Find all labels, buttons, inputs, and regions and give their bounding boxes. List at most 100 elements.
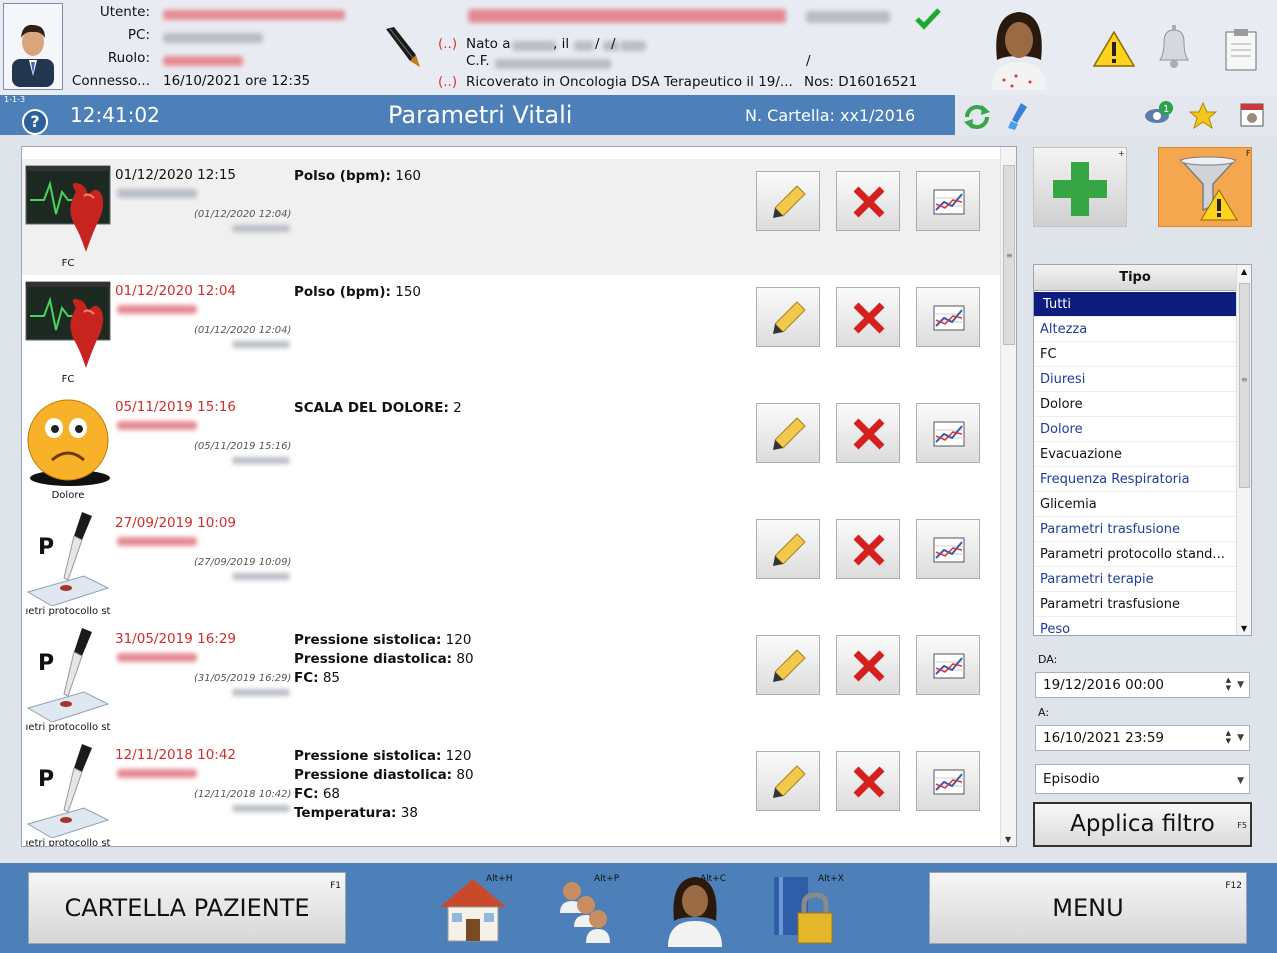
pipette-icon: P [24, 626, 114, 723]
add-record-button[interactable]: + [1033, 147, 1127, 227]
tipo-item[interactable]: FC [1034, 342, 1236, 367]
edit-record-button[interactable] [756, 287, 820, 347]
tipo-item[interactable]: Frequenza Respiratoria [1034, 467, 1236, 492]
delete-record-button[interactable] [836, 519, 900, 579]
tipo-listbox[interactable]: Tipo Tutti Altezza FC Diuresi Dolore Dolore Ev… [1033, 264, 1252, 636]
record-date: 27/09/2019 10:09 [115, 515, 237, 531]
a-dropdown-icon[interactable]: ▼ [1237, 726, 1244, 750]
chart-record-button[interactable] [916, 171, 980, 231]
record-date: 01/12/2020 12:15 [115, 167, 237, 183]
record-date: 31/05/2019 16:29 [115, 631, 237, 647]
record-row[interactable]: FC 01/12/2020 12:04 (01/12/2020 12:04) P… [22, 275, 1000, 391]
param-value: 150 [395, 284, 422, 300]
record-params: Pressione sistolica: 120 Pressione diasto… [294, 631, 474, 688]
cartella-paziente-button[interactable]: CARTELLA PAZIENTE F1 [28, 872, 346, 944]
scroll-down-icon[interactable]: ▼ [1005, 835, 1011, 844]
record-entry-time: (01/12/2020 12:04) [194, 209, 292, 220]
current-user-button[interactable]: Alt+C [660, 871, 730, 947]
record-params: Polso (bpm): 150 [294, 283, 421, 302]
a-date-input[interactable]: 16/10/2021 23:59 ▲ ▼ ▼ [1035, 725, 1250, 751]
cf-slash: / [806, 53, 811, 69]
tipo-item[interactable]: Parametri trasfusione [1034, 592, 1236, 617]
menu-label: MENU [1052, 894, 1124, 922]
operator-sub-redacted [232, 457, 290, 464]
sad-face-icon [24, 394, 114, 490]
operator-name-redacted [117, 421, 197, 430]
tipo-item[interactable]: Tutti [1034, 292, 1236, 317]
episodio-dropdown-icon[interactable]: ▼ [1237, 767, 1244, 795]
footer-bar: CARTELLA PAZIENTE F1 Alt+H Alt+P Alt+C A… [0, 863, 1277, 953]
fountain-pen-icon[interactable] [380, 25, 422, 69]
da-date-input[interactable]: 19/12/2016 00:00 ▲ ▼ ▼ [1035, 672, 1250, 698]
refresh-icon[interactable] [962, 103, 992, 131]
edit-record-button[interactable] [756, 635, 820, 695]
patient-avatar-icon[interactable] [982, 4, 1056, 90]
delete-record-button[interactable] [836, 287, 900, 347]
edit-record-button[interactable] [756, 171, 820, 231]
tipo-scroll-down-icon[interactable]: ▼ [1241, 624, 1247, 633]
patients-button[interactable]: Alt+P [552, 871, 622, 947]
chart-record-button[interactable] [916, 287, 980, 347]
patient-header: Utente: PC: Ruolo: Connesso... 16/10/202… [0, 0, 1277, 95]
warning-icon[interactable] [1092, 30, 1136, 68]
tipo-scrollbar[interactable]: ▲ ≡ ▼ [1236, 265, 1251, 635]
edit-record-button[interactable] [756, 519, 820, 579]
delete-record-button[interactable] [836, 635, 900, 695]
tipo-item[interactable]: Dolore [1034, 392, 1236, 417]
filter-alert-button[interactable]: F [1158, 147, 1252, 227]
tipo-scroll-up-icon[interactable]: ▲ [1241, 267, 1247, 276]
record-row[interactable]: FC 01/12/2020 12:15 (01/12/2020 12:04) P… [22, 159, 1000, 275]
tipo-item[interactable]: Dolore [1034, 417, 1236, 442]
tipo-item[interactable]: Parametri trasfusione [1034, 517, 1236, 542]
vital-signs-list[interactable]: FC 01/12/2020 12:15 (01/12/2020 12:04) P… [21, 146, 1017, 847]
user-avatar-button[interactable] [3, 3, 63, 90]
episodio-select[interactable]: Episodio ▼ [1035, 764, 1250, 794]
tipo-item[interactable]: Parametri terapie [1034, 567, 1236, 592]
bell-icon[interactable] [1152, 24, 1196, 70]
star-icon[interactable] [1188, 101, 1218, 131]
operator-name-redacted [117, 653, 197, 662]
delete-record-button[interactable] [836, 751, 900, 811]
calendar-icon[interactable] [1238, 99, 1266, 129]
a-spinner-icon[interactable]: ▲ ▼ [1226, 729, 1231, 745]
delete-record-button[interactable] [836, 403, 900, 463]
lock-button[interactable]: Alt+X [770, 871, 844, 947]
record-row[interactable]: P ıetri protocollo st 27/09/2019 10:09 (… [22, 507, 1000, 623]
funnel-warning-icon [1179, 156, 1238, 221]
list-scrollbar[interactable]: ≡ ▼ [1000, 147, 1016, 846]
filter-key-hint: F [1246, 149, 1251, 158]
tipo-item[interactable]: Peso [1034, 617, 1236, 635]
record-row[interactable]: P ıetri protocollo st 12/11/2018 10:42 (… [22, 739, 1000, 846]
chart-record-button[interactable] [916, 751, 980, 811]
record-row[interactable]: P ıetri protocollo st 31/05/2019 16:29 (… [22, 623, 1000, 739]
tipo-item[interactable]: Diuresi [1034, 367, 1236, 392]
menu-button[interactable]: MENU F12 [929, 872, 1247, 944]
chart-record-button[interactable] [916, 519, 980, 579]
edit-record-button[interactable] [756, 751, 820, 811]
tipo-item[interactable]: Evacuazione [1034, 442, 1236, 467]
param-value: 68 [322, 786, 341, 802]
tipo-item[interactable]: Parametri protocollo stand... [1034, 542, 1236, 567]
utente-label: Utente: [99, 4, 150, 20]
tipo-item[interactable]: Altezza [1034, 317, 1236, 342]
chart-record-button[interactable] [916, 403, 980, 463]
clean-icon[interactable] [1007, 101, 1033, 131]
da-dropdown-icon[interactable]: ▼ [1237, 673, 1244, 697]
record-row[interactable]: Dolore 05/11/2019 15:16 (05/11/2019 15:1… [22, 391, 1000, 507]
delete-record-button[interactable] [836, 171, 900, 231]
tipo-scrollbar-thumb[interactable] [1239, 283, 1250, 488]
svg-text:P: P [38, 535, 54, 560]
tipo-item[interactable]: Glicemia [1034, 492, 1236, 517]
da-spinner-icon[interactable]: ▲ ▼ [1226, 676, 1231, 692]
param-line: Temperatura: 38 [294, 804, 474, 823]
edit-record-button[interactable] [756, 403, 820, 463]
help-icon[interactable]: ? [22, 109, 48, 135]
pc-value-redacted [163, 33, 263, 43]
param-line: Polso (bpm): 150 [294, 283, 421, 302]
chart-record-button[interactable] [916, 635, 980, 695]
nato-prefix: Nato a [466, 36, 511, 52]
apply-filter-button[interactable]: Applica filtro F5 [1033, 802, 1252, 847]
clipboard-icon[interactable] [1222, 28, 1260, 72]
home-button[interactable]: Alt+H [438, 871, 513, 947]
visits-icon[interactable]: 1 [1144, 101, 1174, 127]
